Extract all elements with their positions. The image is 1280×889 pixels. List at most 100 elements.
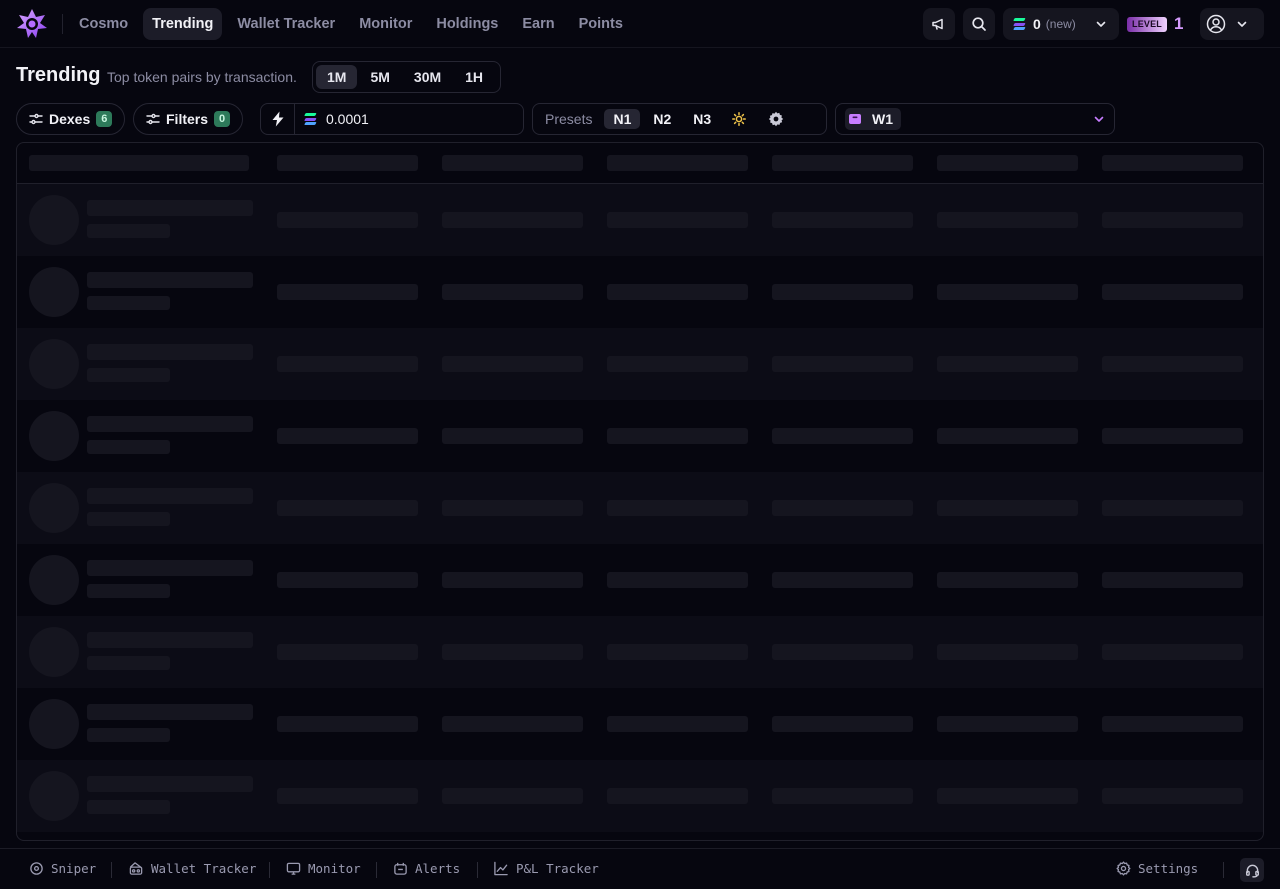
dexes-button[interactable]: Dexes 6 <box>16 103 126 135</box>
axiom-logo[interactable] <box>16 8 48 40</box>
bottom-pnl-tracker[interactable]: P&L Tracker <box>493 861 599 876</box>
table-row <box>17 400 1263 472</box>
level-value: 1 <box>1174 14 1184 33</box>
token-name-skeleton <box>87 488 253 504</box>
page-title: Trending <box>16 64 101 86</box>
megaphone-icon <box>932 18 943 30</box>
token-avatar-skeleton <box>29 699 79 749</box>
cell-skeleton <box>277 644 418 660</box>
bottom-divider <box>1223 862 1224 878</box>
cell-skeleton <box>1102 716 1243 732</box>
bottom-monitor[interactable]: Monitor <box>286 861 361 876</box>
search-button[interactable] <box>963 8 995 40</box>
token-name-skeleton <box>87 344 253 360</box>
token-avatar-skeleton <box>29 195 79 245</box>
preset-n1[interactable]: N1 <box>604 109 641 129</box>
support-button[interactable] <box>1240 858 1264 882</box>
bottom-pnl-tracker-label: P&L Tracker <box>516 861 599 876</box>
token-meta-skeleton <box>87 728 170 742</box>
dexes-count-badge: 6 <box>96 111 113 127</box>
presets-label: Presets <box>545 111 593 127</box>
quick-buy-amount[interactable]: 0.0001 <box>260 103 524 135</box>
wallet-selector[interactable]: W1 <box>835 103 1115 135</box>
alarm-icon <box>394 862 407 875</box>
presets-group: Presets N1 N2 N3 <box>532 103 827 135</box>
cell-skeleton <box>772 788 913 804</box>
wallet-icon <box>129 862 143 875</box>
sliders-icon <box>29 113 43 125</box>
table-body <box>17 184 1263 832</box>
token-name-skeleton <box>87 416 253 432</box>
token-name-skeleton <box>87 272 253 288</box>
sliders-icon <box>146 113 160 125</box>
token-meta-skeleton <box>87 440 170 454</box>
token-meta-skeleton <box>87 224 170 238</box>
bottom-wallet-tracker[interactable]: Wallet Tracker <box>128 861 256 876</box>
token-avatar-skeleton <box>29 555 79 605</box>
nav-item-wallet-tracker[interactable]: Wallet Tracker <box>228 8 344 40</box>
solana-icon <box>304 113 317 125</box>
account-dropdown[interactable] <box>1200 8 1264 40</box>
table-row <box>17 544 1263 616</box>
timeframe-5m[interactable]: 5M <box>359 65 400 89</box>
cell-skeleton <box>937 212 1078 228</box>
nav-item-holdings[interactable]: Holdings <box>427 8 507 40</box>
preset-n3[interactable]: N3 <box>684 109 720 129</box>
cell-skeleton <box>277 716 418 732</box>
bottom-settings-label: Settings <box>1138 861 1199 876</box>
announcements-button[interactable] <box>923 8 955 40</box>
cell-skeleton <box>442 572 583 588</box>
cell-skeleton <box>772 356 913 372</box>
nav-item-earn[interactable]: Earn <box>513 8 563 40</box>
bottom-sniper[interactable]: Sniper <box>29 861 96 876</box>
filters-button[interactable]: Filters 0 <box>133 103 244 135</box>
nav-item-points[interactable]: Points <box>570 8 632 40</box>
preset-settings-button[interactable] <box>758 109 794 129</box>
cell-skeleton <box>772 572 913 588</box>
table-row <box>17 328 1263 400</box>
wallet-label: W1 <box>872 111 893 127</box>
nav-divider <box>62 14 63 34</box>
bottom-divider <box>376 862 377 878</box>
cell-skeleton <box>442 716 583 732</box>
cell-skeleton <box>772 500 913 516</box>
timeframe-1m[interactable]: 1M <box>316 65 358 89</box>
buy-amount-input[interactable]: 0.0001 <box>326 111 369 127</box>
cell-skeleton <box>772 284 913 300</box>
cell-skeleton <box>277 212 418 228</box>
nav-item-cosmo[interactable]: Cosmo <box>70 8 137 40</box>
bottom-alerts[interactable]: Alerts <box>393 861 460 876</box>
cell-skeleton <box>607 284 748 300</box>
token-name-skeleton <box>87 704 253 720</box>
header-skeleton <box>772 155 913 171</box>
table-row <box>17 760 1263 832</box>
bottom-settings[interactable]: Settings <box>1116 861 1198 876</box>
cell-skeleton <box>607 572 748 588</box>
cell-skeleton <box>1102 788 1243 804</box>
cell-skeleton <box>1102 644 1243 660</box>
cell-skeleton <box>772 212 913 228</box>
lightning-toggle[interactable] <box>261 104 295 134</box>
header-skeleton <box>1102 155 1243 171</box>
cell-skeleton <box>607 428 748 444</box>
cell-skeleton <box>607 212 748 228</box>
solana-icon <box>1013 18 1026 30</box>
cell-skeleton <box>607 356 748 372</box>
level-indicator[interactable]: LEVEL 1 <box>1127 13 1183 35</box>
cell-skeleton <box>937 500 1078 516</box>
main-nav: Cosmo Trending Wallet Tracker Monitor Ho… <box>70 8 632 40</box>
cell-skeleton <box>1102 500 1243 516</box>
gear-icon <box>1116 861 1131 876</box>
nav-item-trending[interactable]: Trending <box>143 8 223 40</box>
user-circle-icon <box>1206 14 1226 34</box>
timeframe-30m[interactable]: 30M <box>403 65 452 89</box>
balance-dropdown[interactable]: 0 (new) <box>1003 8 1119 40</box>
cell-skeleton <box>1102 428 1243 444</box>
cell-skeleton <box>937 284 1078 300</box>
auto-preset-toggle[interactable] <box>724 109 754 129</box>
preset-n2[interactable]: N2 <box>644 109 680 129</box>
timeframe-1h[interactable]: 1H <box>454 65 494 89</box>
header-skeleton <box>442 155 583 171</box>
cell-skeleton <box>772 716 913 732</box>
nav-item-monitor[interactable]: Monitor <box>350 8 421 40</box>
